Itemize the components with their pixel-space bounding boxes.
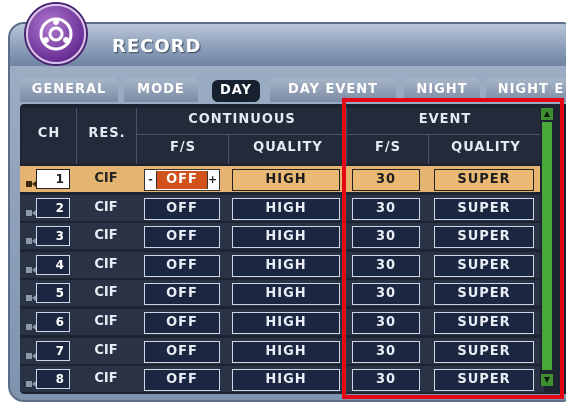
resolution-value[interactable]: CIF: [80, 166, 132, 192]
resolution-value[interactable]: CIF: [80, 252, 132, 278]
channel-number: 4: [36, 255, 70, 275]
continuous-quality-field[interactable]: HIGH: [232, 341, 340, 363]
continuous-fs-field[interactable]: OFF: [144, 369, 220, 391]
camera-icon: [26, 288, 36, 301]
continuous-quality-field[interactable]: HIGH: [232, 255, 340, 277]
continuous-fs-field[interactable]: OFF: [144, 226, 220, 248]
header-continuous-quality: QUALITY: [253, 140, 323, 155]
continuous-fs-field[interactable]: OFF: [144, 312, 220, 334]
continuous-quality-field[interactable]: HIGH: [232, 369, 340, 391]
header-divider: [228, 134, 229, 164]
resolution-value[interactable]: CIF: [80, 223, 132, 249]
resolution-value[interactable]: CIF: [80, 366, 132, 392]
camera-icon: [26, 174, 36, 187]
resolution-value[interactable]: CIF: [80, 280, 132, 306]
tab-mode[interactable]: MODE: [124, 78, 198, 102]
header-continuous-fs: F/S: [170, 140, 196, 155]
continuous-fs-field[interactable]: OFF: [144, 283, 220, 305]
camera-icon: [26, 231, 36, 244]
continuous-fs-field[interactable]: - OFF +: [144, 169, 220, 191]
continuous-quality-field[interactable]: HIGH: [232, 169, 340, 191]
header-divider: [136, 108, 137, 164]
continuous-fs-field[interactable]: OFF: [144, 341, 220, 363]
resolution-value[interactable]: CIF: [80, 309, 132, 335]
channel-number: 8: [36, 369, 70, 389]
continuous-fs-field[interactable]: OFF: [144, 198, 220, 220]
camera-icon: [26, 374, 36, 387]
header-divider: [76, 108, 77, 164]
resolution-value[interactable]: CIF: [80, 338, 132, 364]
event-highlight-frame: [342, 98, 564, 399]
channel-number: 7: [36, 341, 70, 361]
continuous-quality-field[interactable]: HIGH: [232, 283, 340, 305]
window-title: RECORD: [112, 36, 202, 57]
tab-general[interactable]: GENERAL: [20, 78, 118, 102]
camera-icon: [26, 203, 36, 216]
channel-number: 3: [36, 226, 70, 246]
title-bar: RECORD: [10, 24, 566, 66]
continuous-quality-field[interactable]: HIGH: [232, 312, 340, 334]
channel-number: 6: [36, 312, 70, 332]
continuous-fs-field[interactable]: OFF: [144, 255, 220, 277]
increase-button[interactable]: +: [207, 171, 218, 189]
channel-number: 2: [36, 198, 70, 218]
decrease-button[interactable]: -: [146, 171, 157, 189]
channel-number: 1: [36, 169, 70, 189]
camera-icon: [26, 260, 36, 273]
continuous-quality-field[interactable]: HIGH: [232, 198, 340, 220]
continuous-fs-value: OFF: [157, 171, 207, 189]
record-logo-icon: [26, 4, 86, 64]
tab-day[interactable]: DAY: [212, 80, 260, 102]
header-ch: CH: [37, 126, 61, 141]
camera-icon: [26, 317, 36, 330]
camera-icon: [26, 346, 36, 359]
resolution-value[interactable]: CIF: [80, 195, 132, 221]
header-continuous: CONTINUOUS: [188, 112, 296, 127]
header-res: RES.: [88, 126, 126, 141]
channel-number: 5: [36, 283, 70, 303]
continuous-quality-field[interactable]: HIGH: [232, 226, 340, 248]
